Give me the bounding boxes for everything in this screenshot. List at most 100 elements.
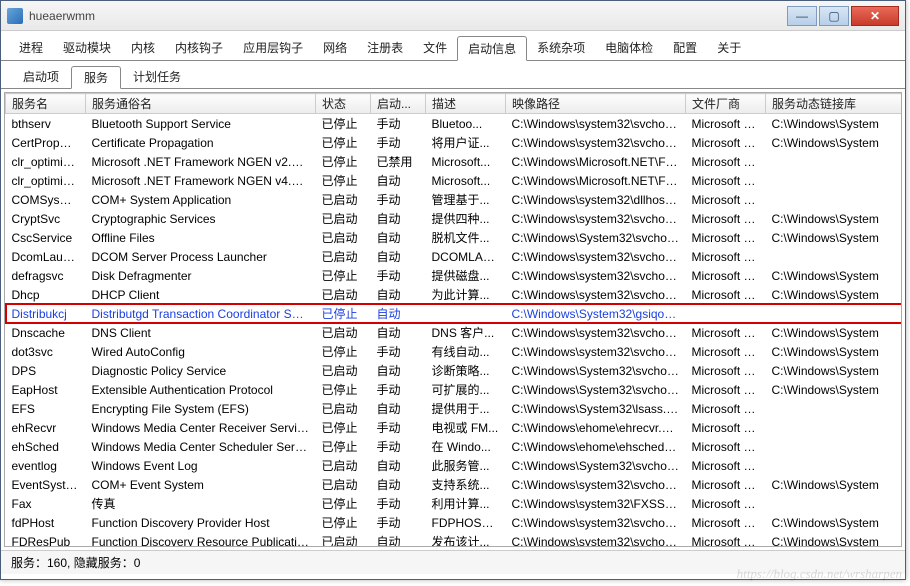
- table-row[interactable]: eventlogWindows Event Log已启动自动此服务管...C:\…: [6, 456, 903, 475]
- cell: C:\Windows\system32\svchost....: [506, 114, 686, 134]
- cell: fdPHost: [6, 513, 86, 532]
- cell: [686, 304, 766, 323]
- table-row[interactable]: CscServiceOffline Files已启动自动脱机文件...C:\Wi…: [6, 228, 903, 247]
- cell: C:\Windows\System: [766, 475, 903, 494]
- main-tab-9[interactable]: 系统杂项: [527, 36, 595, 61]
- main-tab-8[interactable]: 启动信息: [457, 36, 527, 61]
- main-tab-11[interactable]: 配置: [663, 36, 707, 61]
- cell: 自动: [371, 475, 426, 494]
- main-tab-5[interactable]: 网络: [313, 36, 357, 61]
- col-header-3[interactable]: 启动...: [371, 94, 426, 114]
- cell: 自动: [371, 228, 426, 247]
- cell: Distribukcj: [6, 304, 86, 323]
- cell: Microsoft C...: [686, 114, 766, 134]
- table-row[interactable]: clr_optimizat...Microsoft .NET Framework…: [6, 152, 903, 171]
- cell: C:\Windows\System: [766, 323, 903, 342]
- sub-tab-2[interactable]: 计划任务: [121, 66, 193, 89]
- table-row[interactable]: COMSysAppCOM+ System Application已启动手动管理基…: [6, 190, 903, 209]
- cell: DCOMLAU...: [426, 247, 506, 266]
- main-tab-0[interactable]: 进程: [9, 36, 53, 61]
- cell: ehRecvr: [6, 418, 86, 437]
- col-header-7[interactable]: 服务动态链接库: [766, 94, 903, 114]
- col-header-0[interactable]: 服务名: [6, 94, 86, 114]
- table-row[interactable]: bthservBluetooth Support Service已停止手动Blu…: [6, 114, 903, 134]
- table-row[interactable]: Fax传真已停止手动利用计算...C:\Windows\system32\FXS…: [6, 494, 903, 513]
- cell: 自动: [371, 361, 426, 380]
- cell: 脱机文件...: [426, 228, 506, 247]
- table-row[interactable]: fdPHostFunction Discovery Provider Host已…: [6, 513, 903, 532]
- col-header-5[interactable]: 映像路径: [506, 94, 686, 114]
- cell: dot3svc: [6, 342, 86, 361]
- main-tab-3[interactable]: 内核钩子: [165, 36, 233, 61]
- cell: 提供磁盘...: [426, 266, 506, 285]
- cell: C:\Windows\System: [766, 532, 903, 547]
- cell: Microsoft C...: [686, 247, 766, 266]
- table-row[interactable]: DPSDiagnostic Policy Service已启动自动诊断策略...…: [6, 361, 903, 380]
- table-row[interactable]: DistribukcjDistributgd Transaction Coord…: [6, 304, 903, 323]
- table-row[interactable]: DcomLaunchDCOM Server Process Launcher已启…: [6, 247, 903, 266]
- cell: Distributgd Transaction Coordinator Serv…: [86, 304, 316, 323]
- cell: C:\Windows\System: [766, 133, 903, 152]
- table-row[interactable]: DnscacheDNS Client已启动自动DNS 客户...C:\Windo…: [6, 323, 903, 342]
- cell: CertPropSvc: [6, 133, 86, 152]
- main-tab-6[interactable]: 注册表: [357, 36, 413, 61]
- table-row[interactable]: clr_optimizat...Microsoft .NET Framework…: [6, 171, 903, 190]
- table-row[interactable]: EventSystemCOM+ Event System已启动自动支持系统...…: [6, 475, 903, 494]
- close-button[interactable]: ✕: [851, 6, 899, 26]
- cell: Microsoft C...: [686, 399, 766, 418]
- col-header-2[interactable]: 状态: [316, 94, 371, 114]
- table-row[interactable]: CertPropSvcCertificate Propagation已停止手动将…: [6, 133, 903, 152]
- cell: [766, 190, 903, 209]
- main-tab-4[interactable]: 应用层钩子: [233, 36, 313, 61]
- col-header-6[interactable]: 文件厂商: [686, 94, 766, 114]
- cell: Microsoft C...: [686, 380, 766, 399]
- cell: Microsoft C...: [686, 190, 766, 209]
- col-header-1[interactable]: 服务通俗名: [86, 94, 316, 114]
- cell: Microsoft C...: [686, 342, 766, 361]
- cell: [426, 304, 506, 323]
- cell: C:\Windows\System32\svchost....: [506, 228, 686, 247]
- app-icon: [7, 8, 23, 24]
- cell: 自动: [371, 304, 426, 323]
- main-tab-7[interactable]: 文件: [413, 36, 457, 61]
- cell: Bluetooth Support Service: [86, 114, 316, 134]
- sub-tab-0[interactable]: 启动项: [11, 66, 71, 89]
- table-row[interactable]: dot3svcWired AutoConfig已停止手动有线自动...C:\Wi…: [6, 342, 903, 361]
- cell: Microsoft C...: [686, 532, 766, 547]
- cell: C:\Windows\System: [766, 361, 903, 380]
- titlebar[interactable]: hueaerwmm — ▢ ✕: [1, 1, 905, 31]
- table-row[interactable]: CryptSvcCryptographic Services已启动自动提供四种.…: [6, 209, 903, 228]
- main-tab-2[interactable]: 内核: [121, 36, 165, 61]
- cell: 已启动: [316, 361, 371, 380]
- cell: 传真: [86, 494, 316, 513]
- sub-tab-1[interactable]: 服务: [71, 66, 121, 89]
- minimize-button[interactable]: —: [787, 6, 817, 26]
- main-tab-10[interactable]: 电脑体检: [595, 36, 663, 61]
- main-tab-12[interactable]: 关于: [707, 36, 751, 61]
- cell: C:\Windows\system32\svchost....: [506, 133, 686, 152]
- main-tab-1[interactable]: 驱动模块: [53, 36, 121, 61]
- cell: 自动: [371, 532, 426, 547]
- table-row[interactable]: EFSEncrypting File System (EFS)已启动自动提供用于…: [6, 399, 903, 418]
- cell: FDResPub: [6, 532, 86, 547]
- cell: C:\Windows\system32\svchost....: [506, 266, 686, 285]
- cell: Microsoft .NET Framework NGEN v2.0.507..…: [86, 152, 316, 171]
- cell: 已启动: [316, 247, 371, 266]
- cell: Microsoft C...: [686, 171, 766, 190]
- services-grid[interactable]: 服务名服务通俗名状态启动...描述映像路径文件厂商服务动态链接库 bthserv…: [4, 92, 902, 547]
- table-row[interactable]: ehSchedWindows Media Center Scheduler Se…: [6, 437, 903, 456]
- table-row[interactable]: defragsvcDisk Defragmenter已停止手动提供磁盘...C:…: [6, 266, 903, 285]
- table-row[interactable]: DhcpDHCP Client已启动自动为此计算...C:\Windows\sy…: [6, 285, 903, 304]
- cell: 已停止: [316, 114, 371, 134]
- cell: Microsoft C...: [686, 152, 766, 171]
- maximize-button[interactable]: ▢: [819, 6, 849, 26]
- cell: C:\Windows\system32\dllhost.e...: [506, 190, 686, 209]
- table-row[interactable]: EapHostExtensible Authentication Protoco…: [6, 380, 903, 399]
- table-row[interactable]: FDResPubFunction Discovery Resource Publ…: [6, 532, 903, 547]
- col-header-4[interactable]: 描述: [426, 94, 506, 114]
- cell: Offline Files: [86, 228, 316, 247]
- cell: C:\Windows\system32\svchost....: [506, 513, 686, 532]
- table-row[interactable]: ehRecvrWindows Media Center Receiver Ser…: [6, 418, 903, 437]
- cell: 手动: [371, 190, 426, 209]
- cell: Microsoft C...: [686, 209, 766, 228]
